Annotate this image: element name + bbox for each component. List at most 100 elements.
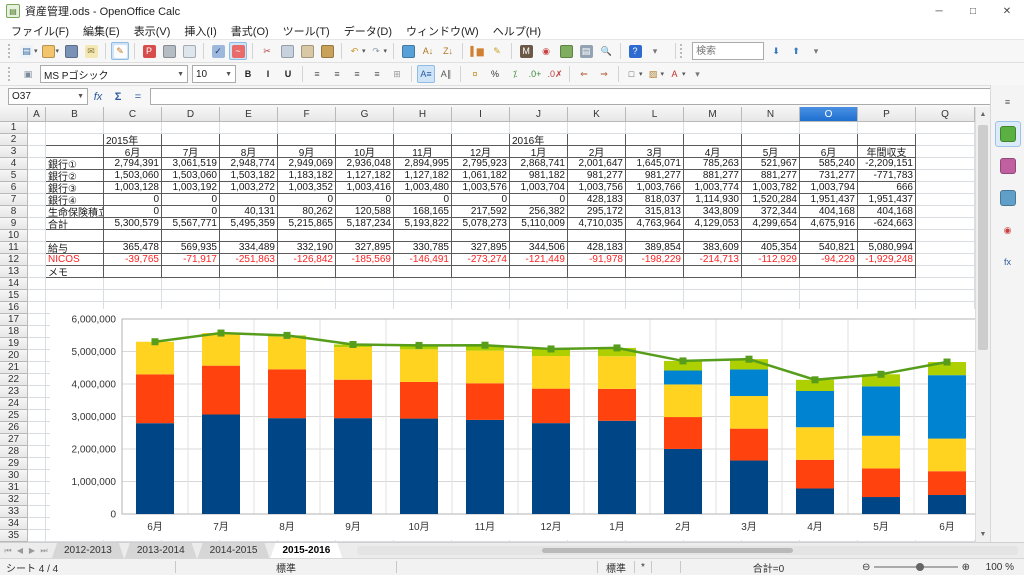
cell-B4[interactable]: 銀行① [46,158,104,170]
cell-D12[interactable]: -71,917 [162,254,220,266]
close-button[interactable]: ✕ [990,0,1024,22]
cell-K3[interactable]: 2月 [568,146,626,158]
cell-H8[interactable]: 168,165 [394,206,452,218]
number-format-standard-icon[interactable]: ⁒ [506,65,524,83]
cell-C7[interactable]: 0 [104,194,162,206]
text-direction-ltr-icon[interactable]: A≡ [417,65,435,83]
cell-L5[interactable]: 981,277 [626,170,684,182]
cell-N3[interactable]: 5月 [742,146,800,158]
page-preview-icon[interactable] [180,42,198,60]
functions-icon[interactable]: fx [995,249,1021,275]
cell-A9[interactable] [28,218,46,230]
cell-M10[interactable] [684,230,742,242]
cell-C8[interactable]: 0 [104,206,162,218]
cell-P5[interactable]: -771,783 [858,170,916,182]
cell-H3[interactable]: 11月 [394,146,452,158]
cell-B2[interactable] [46,134,104,146]
cell-H5[interactable]: 1,127,182 [394,170,452,182]
row-header-29[interactable]: 29 [0,458,28,470]
auto-spellcheck-icon[interactable]: ~ [229,42,248,60]
select-all-corner[interactable] [0,107,28,122]
cell-I13[interactable] [452,266,510,278]
cell-A35[interactable] [28,530,46,542]
row-header-9[interactable]: 9 [0,218,28,230]
cell-L8[interactable]: 315,813 [626,206,684,218]
cell-A34[interactable] [28,518,46,530]
cell-I14[interactable] [452,278,510,290]
cell-L11[interactable]: 389,854 [626,242,684,254]
cell-F6[interactable]: 1,003,352 [278,182,336,194]
row-header-17[interactable]: 17 [0,314,28,326]
maximize-button[interactable]: □ [956,0,990,22]
cell-N15[interactable] [742,290,800,302]
cell-Q3[interactable] [916,146,975,158]
cell-M5[interactable]: 881,277 [684,170,742,182]
cell-I12[interactable]: -273,274 [452,254,510,266]
cell-A27[interactable] [28,434,46,446]
cell-P3[interactable]: 年間収支 [858,146,916,158]
cell-K7[interactable]: 428,183 [568,194,626,206]
zoom-track[interactable] [874,563,958,571]
cell-G4[interactable]: 2,936,048 [336,158,394,170]
cell-M1[interactable] [684,122,742,134]
cell-M15[interactable] [684,290,742,302]
spelling-icon[interactable]: ✓ [209,42,227,60]
data-sources-icon[interactable]: ▤ [577,42,595,60]
cell-Q2[interactable] [916,134,975,146]
cell-D3[interactable]: 7月 [162,146,220,158]
cell-K13[interactable] [568,266,626,278]
navigator-icon[interactable]: ◉ [995,217,1021,243]
cell-B12[interactable]: NICOS [46,254,104,266]
cell-A10[interactable] [28,230,46,242]
cell-I7[interactable]: 0 [452,194,510,206]
cell-J15[interactable] [510,290,568,302]
cell-Q4[interactable] [916,158,975,170]
sidebar-menu-icon[interactable]: ≡ [995,89,1021,115]
cell-P8[interactable]: 404,168 [858,206,916,218]
cell-M14[interactable] [684,278,742,290]
paste-icon[interactable] [298,42,316,60]
cell-O12[interactable]: -94,229 [800,254,858,266]
menu-item-4[interactable]: 書式(O) [224,22,276,40]
cell-B7[interactable]: 銀行④ [46,194,104,206]
cell-A1[interactable] [28,122,46,134]
find-down-icon[interactable]: ⬇ [767,42,785,60]
cell-A11[interactable] [28,242,46,254]
row-header-23[interactable]: 23 [0,386,28,398]
cell-I11[interactable]: 327,895 [452,242,510,254]
cell-L13[interactable] [626,266,684,278]
menu-item-0[interactable]: ファイル(F) [4,22,76,40]
new-document-icon[interactable]: ▤ ▾ [19,42,39,60]
cell-B3[interactable] [46,146,104,158]
formatting-toolbar-grip[interactable] [8,67,13,81]
cell-A31[interactable] [28,482,46,494]
cell-K4[interactable]: 2,001,647 [568,158,626,170]
cell-H10[interactable] [394,230,452,242]
column-header-G[interactable]: G [336,107,394,122]
styles-icon[interactable] [995,153,1021,179]
cell-L12[interactable]: -198,229 [626,254,684,266]
horizontal-scrollbar[interactable] [357,546,1018,555]
cell-A14[interactable] [28,278,46,290]
cell-L3[interactable]: 3月 [626,146,684,158]
cell-D11[interactable]: 569,935 [162,242,220,254]
cell-H7[interactable]: 0 [394,194,452,206]
menu-item-1[interactable]: 編集(E) [76,22,127,40]
cell-N1[interactable] [742,122,800,134]
increase-indent-icon[interactable]: ⇒ [595,65,613,83]
cell-H13[interactable] [394,266,452,278]
align-justified-icon[interactable]: ≡ [368,65,386,83]
cell-P2[interactable] [858,134,916,146]
cell-Q5[interactable] [916,170,975,182]
cell-J5[interactable]: 981,182 [510,170,568,182]
cell-P10[interactable] [858,230,916,242]
cell-F14[interactable] [278,278,336,290]
cell-A16[interactable] [28,302,46,314]
cell-A13[interactable] [28,266,46,278]
cell-G1[interactable] [336,122,394,134]
column-header-D[interactable]: D [162,107,220,122]
cell-M3[interactable]: 4月 [684,146,742,158]
cell-A20[interactable] [28,350,46,362]
cell-A5[interactable] [28,170,46,182]
cell-B10[interactable] [46,230,104,242]
